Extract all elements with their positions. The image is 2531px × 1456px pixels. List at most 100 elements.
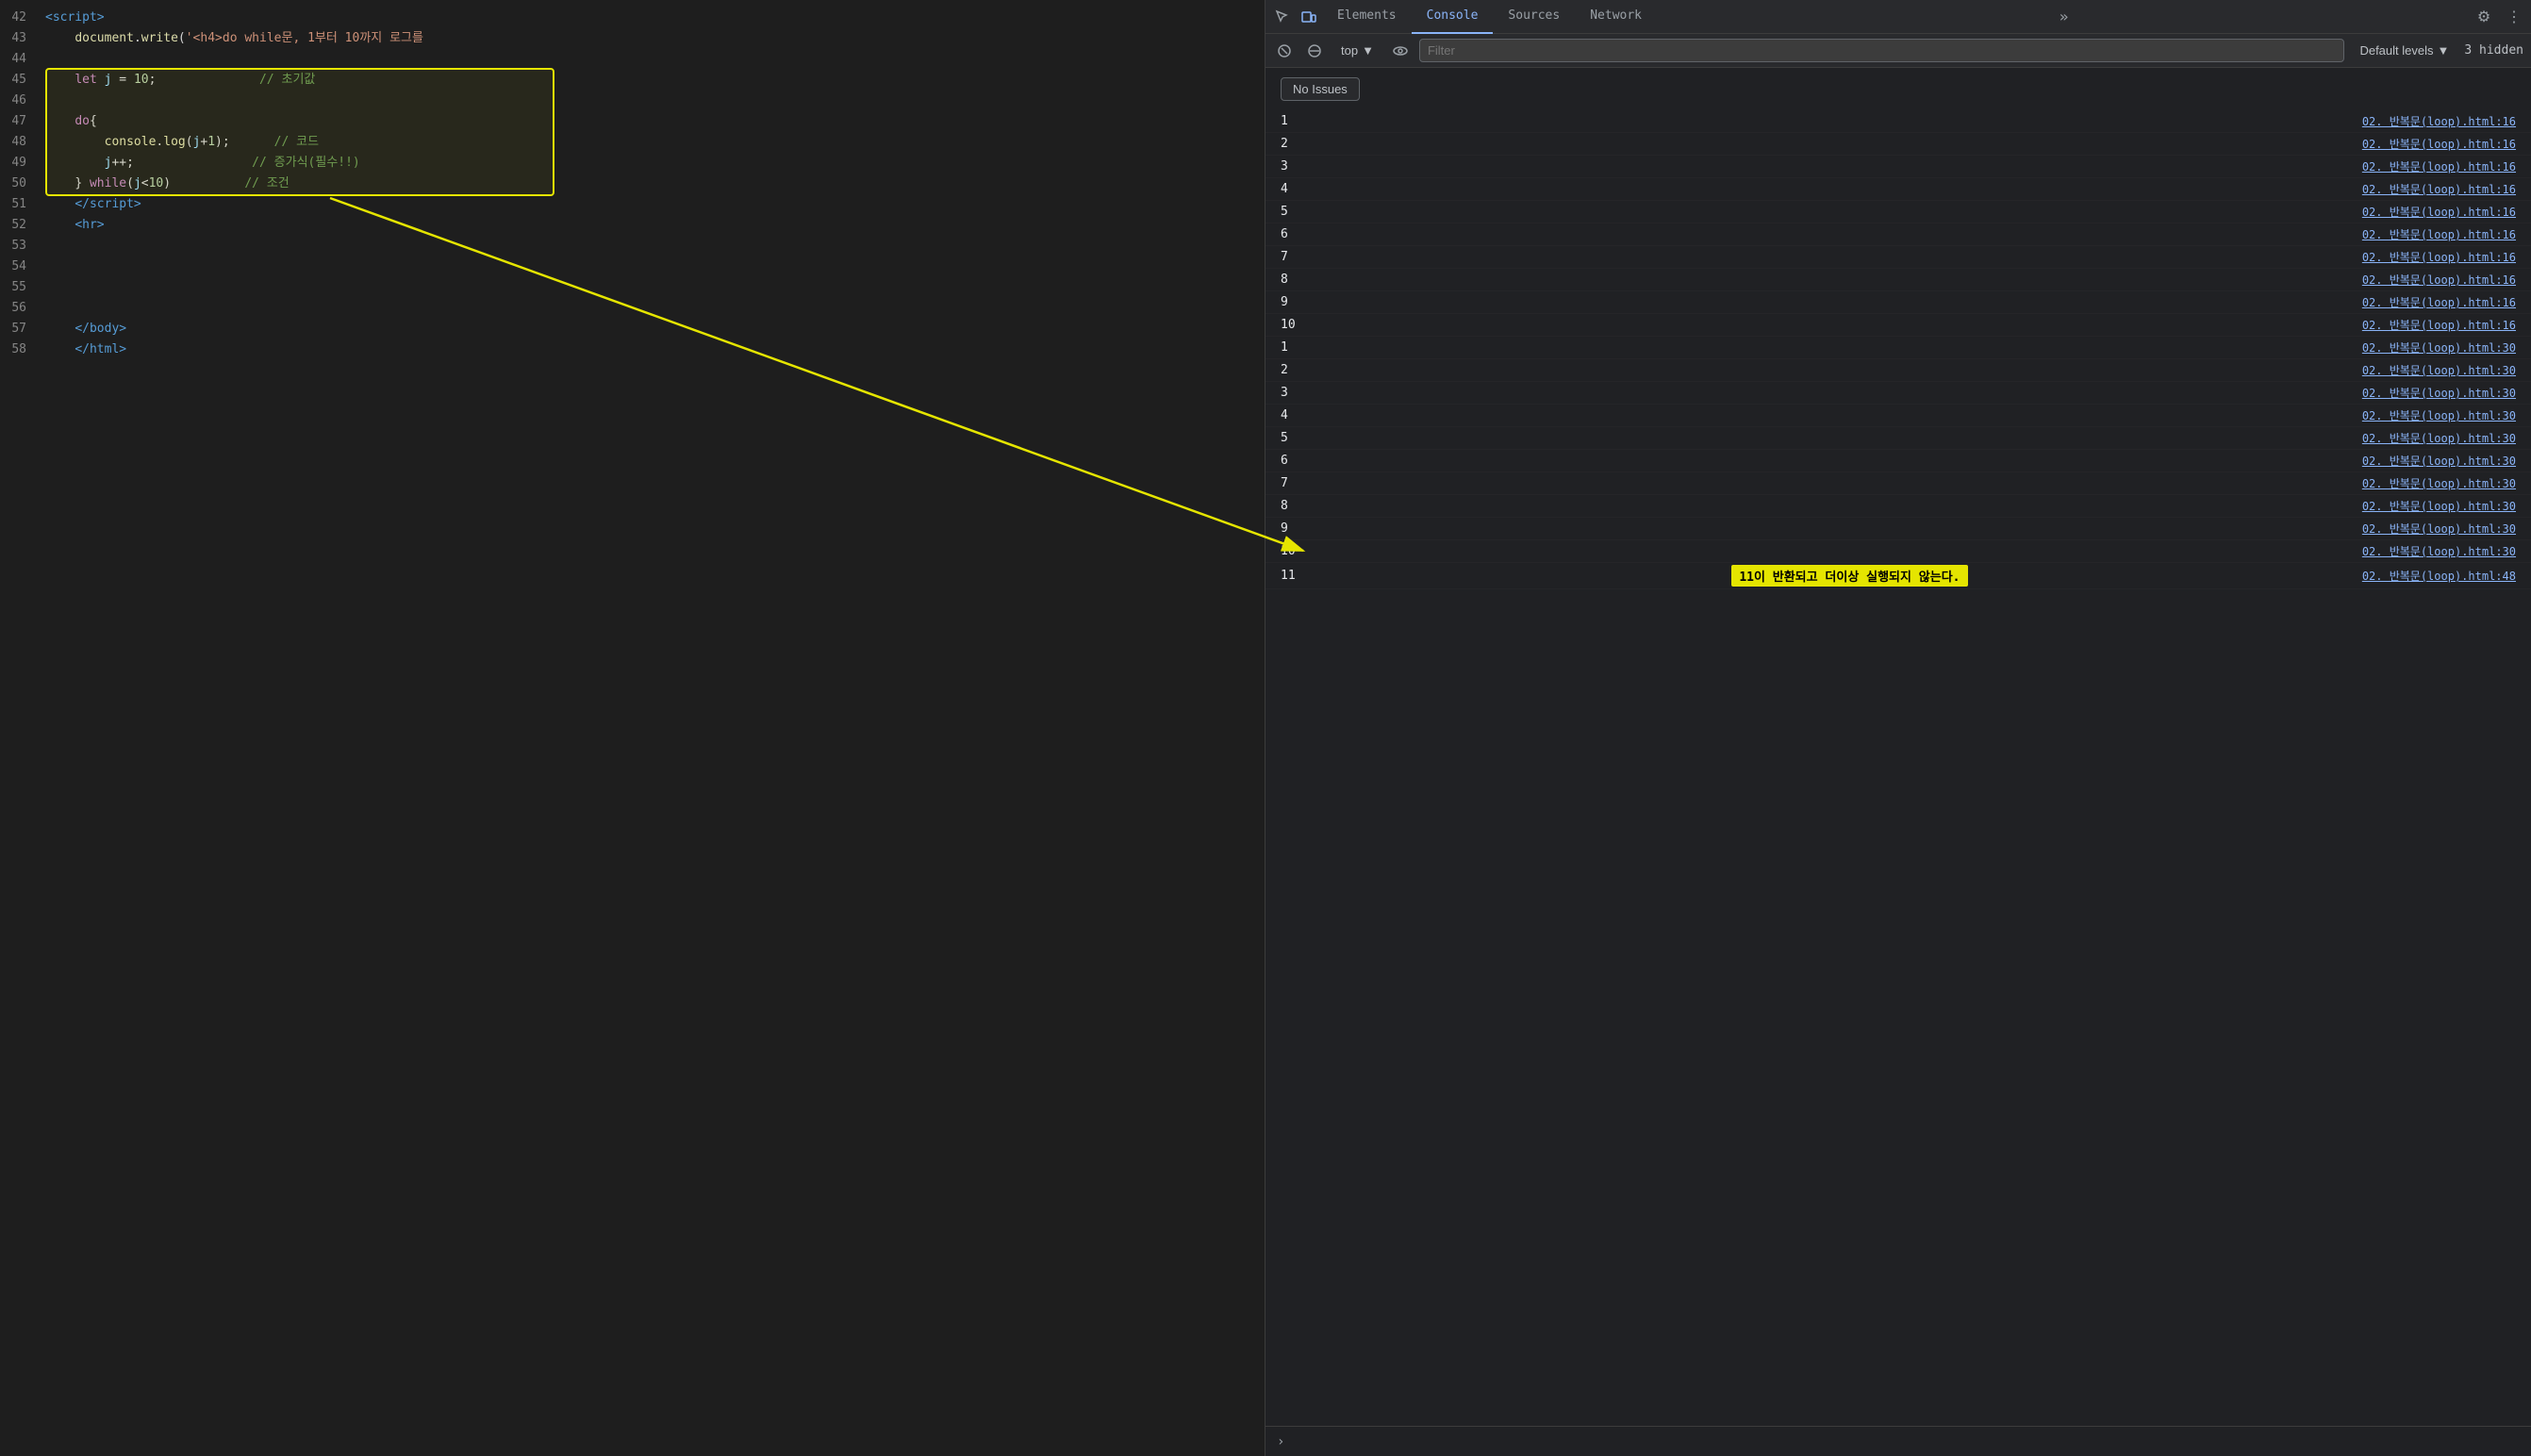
line-number: 44	[0, 49, 38, 70]
console-source[interactable]: 02. 반복문(loop).html:30	[2362, 407, 2516, 423]
settings-icon[interactable]: ⚙	[2471, 4, 2497, 30]
code-line: 43 document.write('<h4>do while문, 1부터 10…	[0, 28, 1265, 49]
eye-icon[interactable]	[1389, 40, 1412, 62]
tab-sources[interactable]: Sources	[1493, 0, 1575, 34]
console-row[interactable]: 10 02. 반복문(loop).html:30	[1266, 540, 2531, 563]
console-source[interactable]: 02. 반복문(loop).html:16	[2362, 158, 2516, 174]
console-row[interactable]: 702. 반복문(loop).html:16	[1266, 246, 2531, 269]
line-content: document.write('<h4>do while문, 1부터 10까지 …	[38, 28, 1265, 49]
console-value: 8	[1281, 499, 1337, 513]
tab-network[interactable]: Network	[1575, 0, 1657, 34]
console-source[interactable]: 02. 반복문(loop).html:30	[2362, 385, 2516, 401]
console-source[interactable]: 02. 반복문(loop).html:16	[2362, 249, 2516, 265]
code-line: 57 </body>	[0, 319, 1265, 339]
console-value: 4	[1281, 182, 1337, 196]
console-row[interactable]: 602. 반복문(loop).html:30	[1266, 450, 2531, 472]
console-row[interactable]: 302. 반복문(loop).html:30	[1266, 382, 2531, 405]
line-number: 48	[0, 132, 38, 153]
console-value: 4	[1281, 408, 1337, 422]
code-line: 56	[0, 298, 1265, 319]
console-source[interactable]: 02. 반복문(loop).html:30	[2362, 475, 2516, 491]
code-line: 42<script>	[0, 8, 1265, 28]
console-row[interactable]: 4 02. 반복문(loop).html:30	[1266, 405, 2531, 427]
console-row[interactable]: 102. 반복문(loop).html:16	[1266, 110, 2531, 133]
console-value: 9	[1281, 521, 1337, 536]
console-source[interactable]: 02. 반복문(loop).html:30	[2362, 498, 2516, 514]
console-source[interactable]: 02. 반복문(loop).html:16	[2362, 272, 2516, 288]
dropdown-arrow-icon: ▼	[1362, 43, 1374, 58]
console-source[interactable]: 02. 반복문(loop).html:16	[2362, 181, 2516, 197]
line-number: 52	[0, 215, 38, 236]
console-row[interactable]: 5 02. 반복문(loop).html:16	[1266, 201, 2531, 223]
console-source[interactable]: 02. 반복문(loop).html:30	[2362, 362, 2516, 378]
code-line: 46	[0, 91, 1265, 111]
no-issues-button[interactable]: No Issues	[1281, 77, 1360, 101]
console-input-row: ›	[1266, 1426, 2531, 1456]
console-row[interactable]: 302. 반복문(loop).html:16	[1266, 156, 2531, 178]
console-row[interactable]: 4 02. 반복문(loop).html:16	[1266, 178, 2531, 201]
line-number: 57	[0, 319, 38, 339]
inspect-element-icon[interactable]	[1269, 4, 1296, 30]
console-row[interactable]: 802. 반복문(loop).html:16	[1266, 269, 2531, 291]
devtools-right-icons: ⚙ ⋮	[2471, 4, 2527, 30]
console-row[interactable]: 6 02. 반복문(loop).html:16	[1266, 223, 2531, 246]
tab-elements[interactable]: Elements	[1322, 0, 1412, 34]
console-row[interactable]: 1111이 반환되고 더이상 실행되지 않는다.02. 반복문(loop).ht…	[1266, 563, 2531, 589]
console-source[interactable]: 02. 반복문(loop).html:16	[2362, 317, 2516, 333]
console-value: 5	[1281, 205, 1337, 219]
line-content: } while(j<10) // 조건	[38, 174, 1265, 194]
more-options-icon[interactable]: ⋮	[2501, 4, 2527, 30]
default-levels-dropdown[interactable]: Default levels ▼	[2352, 41, 2457, 59]
console-row[interactable]: 5 02. 반복문(loop).html:30	[1266, 427, 2531, 450]
top-context-dropdown[interactable]: top ▼	[1333, 41, 1381, 59]
console-source[interactable]: 02. 반복문(loop).html:30	[2362, 339, 2516, 356]
console-row[interactable]: 102. 반복문(loop).html:30	[1266, 337, 2531, 359]
default-levels-arrow: ▼	[2438, 43, 2450, 58]
console-value: 7	[1281, 476, 1337, 490]
console-value: 11	[1281, 569, 1337, 583]
code-line: 47 do{	[0, 111, 1265, 132]
line-content: j++; // 증가식(필수!!)	[38, 153, 1265, 174]
console-source[interactable]: 02. 반복문(loop).html:16	[2362, 226, 2516, 242]
console-value: 5	[1281, 431, 1337, 445]
line-number: 55	[0, 277, 38, 298]
console-source[interactable]: 02. 반복문(loop).html:16	[2362, 204, 2516, 220]
clear-console-icon[interactable]	[1273, 40, 1296, 62]
console-source[interactable]: 02. 반복문(loop).html:48	[2362, 568, 2516, 584]
device-toolbar-icon[interactable]	[1296, 4, 1322, 30]
hidden-count-badge: 3 hidden	[2464, 43, 2523, 58]
line-content: <hr>	[38, 215, 1265, 236]
line-number: 45	[0, 70, 38, 91]
console-row[interactable]: 7 02. 반복문(loop).html:30	[1266, 472, 2531, 495]
console-row[interactable]: 902. 반복문(loop).html:16	[1266, 291, 2531, 314]
console-source[interactable]: 02. 반복문(loop).html:16	[2362, 136, 2516, 152]
more-tabs-icon[interactable]: »	[2052, 8, 2076, 25]
code-line: 53	[0, 236, 1265, 256]
line-number: 47	[0, 111, 38, 132]
code-line: 58 </html>	[0, 339, 1265, 360]
console-source[interactable]: 02. 반복문(loop).html:30	[2362, 521, 2516, 537]
console-source[interactable]: 02. 반복문(loop).html:16	[2362, 294, 2516, 310]
console-value: 10	[1281, 544, 1337, 558]
console-output[interactable]: 102. 반복문(loop).html:16202. 반복문(loop).htm…	[1266, 110, 2531, 1426]
no-issues-area: No Issues	[1266, 68, 2531, 110]
line-number: 58	[0, 339, 38, 360]
console-source[interactable]: 02. 반복문(loop).html:30	[2362, 453, 2516, 469]
console-source[interactable]: 02. 반복문(loop).html:30	[2362, 430, 2516, 446]
console-row[interactable]: 202. 반복문(loop).html:30	[1266, 359, 2531, 382]
console-source[interactable]: 02. 반복문(loop).html:16	[2362, 113, 2516, 129]
line-content	[38, 49, 1265, 70]
console-source[interactable]: 02. 반복문(loop).html:30	[2362, 543, 2516, 559]
console-value: 6	[1281, 227, 1337, 241]
console-toolbar: top ▼ Default levels ▼ 3 hidden	[1266, 34, 2531, 68]
console-input[interactable]	[1292, 1434, 2520, 1448]
filter-input[interactable]	[1419, 39, 2345, 62]
console-row[interactable]: 202. 반복문(loop).html:16	[1266, 133, 2531, 156]
tab-console[interactable]: Console	[1412, 0, 1494, 34]
console-row[interactable]: 1002. 반복문(loop).html:16	[1266, 314, 2531, 337]
console-row[interactable]: 9 02. 반복문(loop).html:30	[1266, 518, 2531, 540]
line-number: 50	[0, 174, 38, 194]
block-icon[interactable]	[1303, 40, 1326, 62]
console-row[interactable]: 8 02. 반복문(loop).html:30	[1266, 495, 2531, 518]
line-content: console.log(j+1); // 코드	[38, 132, 1265, 153]
